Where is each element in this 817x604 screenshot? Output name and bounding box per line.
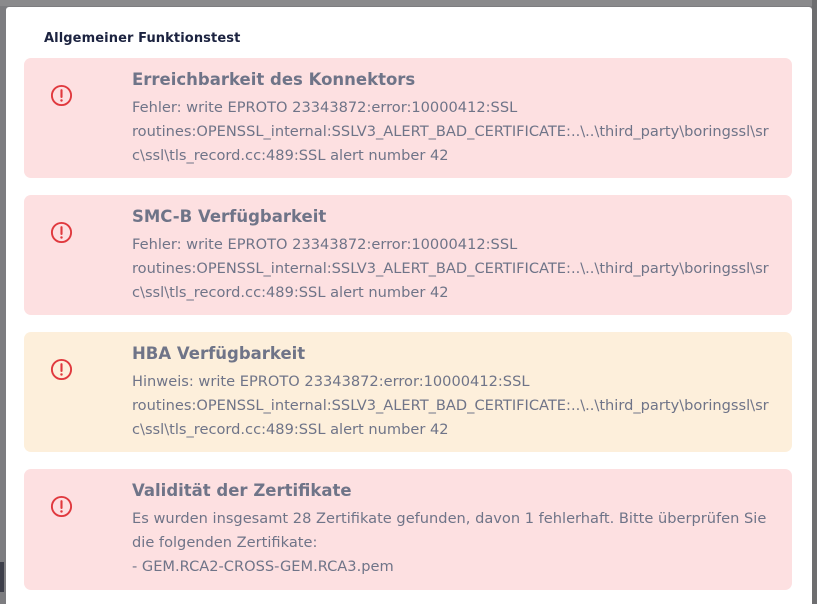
result-card-certificates: Validität der Zertifikate Es wurden insg… bbox=[24, 469, 792, 590]
card-title: SMC-B Verfügbarkeit bbox=[132, 207, 327, 226]
backdrop-element bbox=[0, 562, 4, 592]
result-card-hba: HBA Verfügbarkeit Hinweis: write EPROTO … bbox=[24, 332, 792, 452]
card-message: Hinweis: write EPROTO 23343872:error:100… bbox=[132, 373, 769, 438]
backdrop-edge bbox=[812, 0, 817, 604]
function-test-modal: Allgemeiner Funktionstest Erreichbarkeit… bbox=[6, 7, 812, 604]
error-circle-icon bbox=[50, 84, 73, 107]
modal-title: Allgemeiner Funktionstest bbox=[44, 31, 241, 46]
backdrop bbox=[0, 0, 817, 6]
error-circle-icon bbox=[50, 358, 73, 381]
result-card-connector: Erreichbarkeit des Konnektors Fehler: wr… bbox=[24, 58, 792, 178]
card-title: Erreichbarkeit des Konnektors bbox=[132, 70, 416, 89]
card-message: Fehler: write EPROTO 23343872:error:1000… bbox=[132, 236, 769, 301]
card-message: Fehler: write EPROTO 23343872:error:1000… bbox=[132, 99, 769, 164]
card-title: HBA Verfügbarkeit bbox=[132, 344, 306, 363]
error-circle-icon bbox=[50, 495, 73, 518]
result-card-smcb: SMC-B Verfügbarkeit Fehler: write EPROTO… bbox=[24, 195, 792, 315]
card-message: Es wurden insgesamt 28 Zertifikate gefun… bbox=[132, 510, 767, 575]
card-title: Validität der Zertifikate bbox=[132, 481, 352, 500]
error-circle-icon bbox=[50, 221, 73, 244]
